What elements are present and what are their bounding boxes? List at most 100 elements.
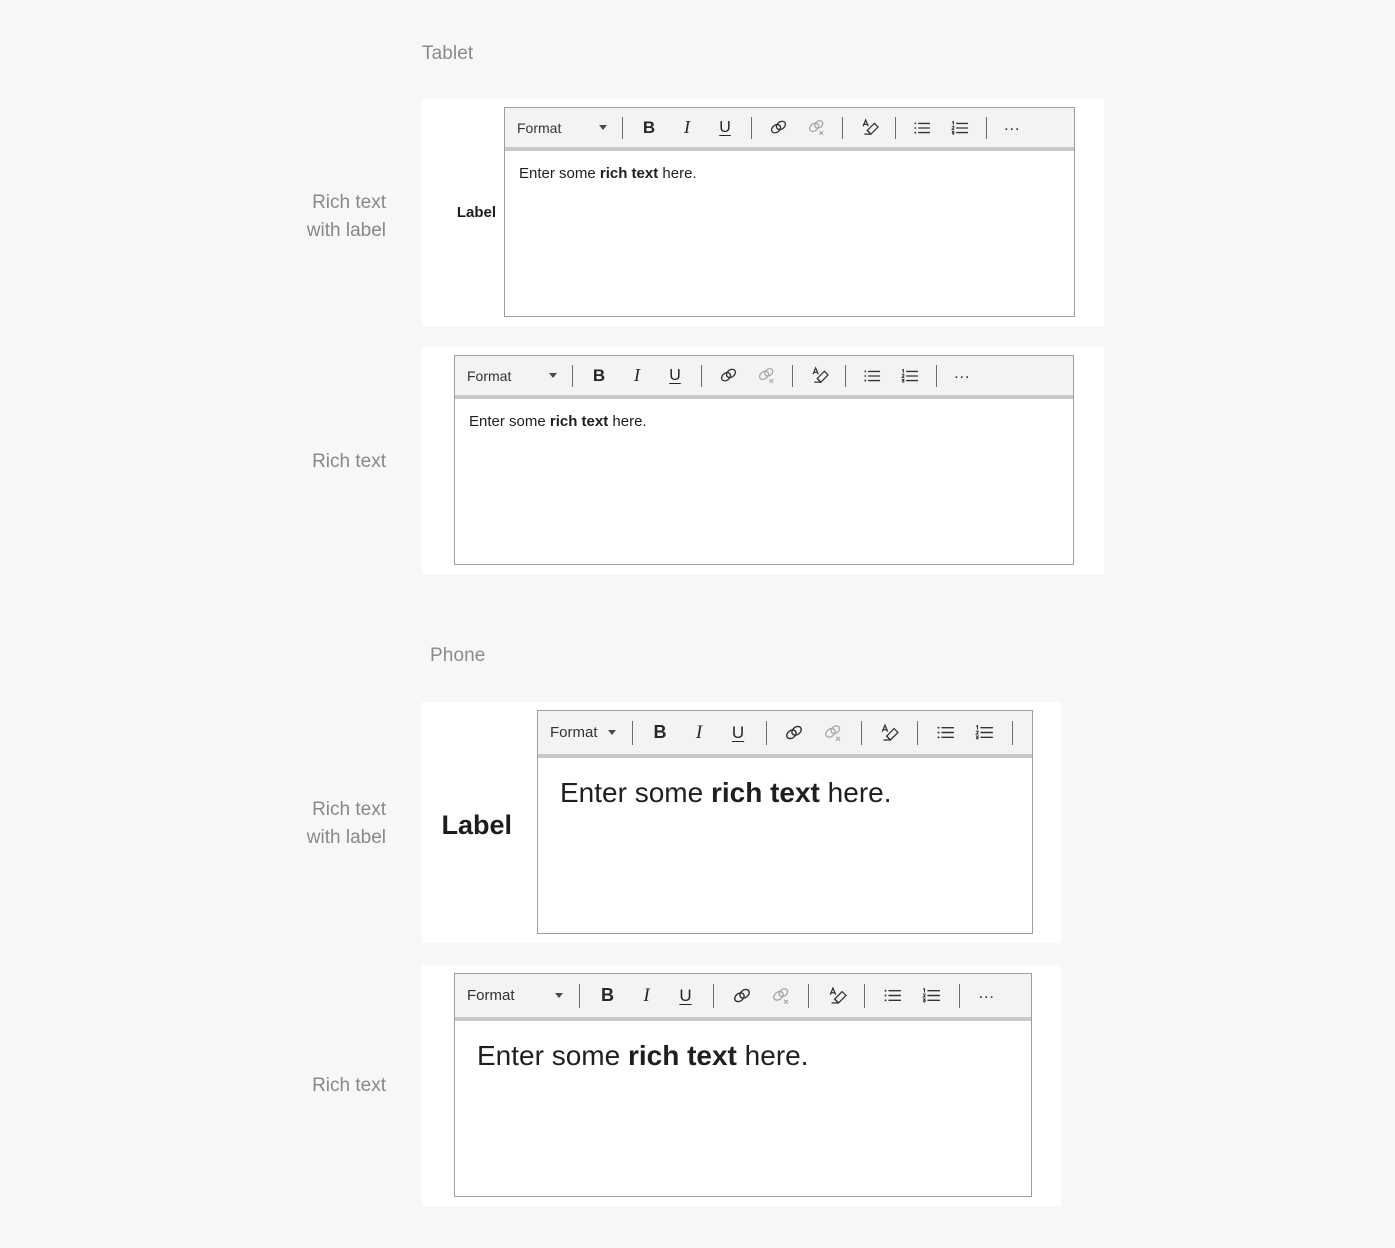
- italic-button[interactable]: I: [668, 113, 706, 143]
- numbered-list-button[interactable]: [912, 980, 951, 1012]
- rich-text-editor[interactable]: Format B I U: [454, 973, 1032, 1197]
- more-options-button[interactable]: …: [994, 113, 1032, 143]
- numbered-list-icon: [900, 366, 920, 386]
- clear-formatting-icon: [826, 985, 848, 1007]
- numbered-list-icon: [921, 985, 942, 1006]
- remove-link-button[interactable]: [747, 361, 785, 391]
- toolbar-separator: [842, 116, 843, 139]
- content-text-bold: rich text: [549, 413, 609, 430]
- chevron-down-icon: [607, 730, 616, 735]
- rich-text-editor[interactable]: Format B I U: [454, 355, 1074, 565]
- clear-formatting-icon: [809, 365, 830, 386]
- editor-toolbar: Format B I U: [538, 711, 1032, 754]
- toolbar-separator: [713, 983, 714, 1008]
- numbered-list-button[interactable]: [891, 361, 929, 391]
- row-label-line-1: Rich text: [312, 192, 386, 213]
- clear-formatting-button[interactable]: [850, 113, 888, 143]
- format-dropdown[interactable]: Format: [461, 368, 565, 384]
- toolbar-separator: [792, 364, 793, 387]
- rich-text-editor[interactable]: Format B I U: [504, 107, 1075, 317]
- unlink-icon: [822, 722, 844, 744]
- insert-link-button[interactable]: [722, 980, 761, 1012]
- format-dropdown[interactable]: Format: [461, 987, 571, 1004]
- toolbar-separator: [936, 364, 937, 387]
- underline-button[interactable]: U: [719, 717, 758, 749]
- format-dropdown-label: Format: [517, 119, 562, 136]
- numbered-list-button[interactable]: [941, 113, 979, 143]
- bold-button[interactable]: B: [630, 113, 668, 143]
- more-options-button[interactable]: …: [1021, 717, 1032, 749]
- toolbar-separator: [860, 720, 862, 745]
- underline-button[interactable]: U: [666, 980, 705, 1012]
- bulleted-list-icon: [882, 985, 903, 1006]
- numbered-list-button[interactable]: [965, 717, 1004, 749]
- section-heading-tablet: Tablet: [422, 43, 474, 64]
- link-icon: [731, 985, 753, 1007]
- more-options-button[interactable]: …: [944, 361, 982, 391]
- content-text-before: Enter some: [560, 777, 711, 808]
- content-text-before: Enter some: [519, 165, 600, 182]
- numbered-list-icon: [950, 118, 970, 138]
- insert-link-button[interactable]: [759, 113, 797, 143]
- clear-formatting-button[interactable]: [870, 717, 909, 749]
- content-text-bold: rich text: [599, 165, 659, 182]
- insert-link-button[interactable]: [775, 717, 814, 749]
- remove-link-button[interactable]: [814, 717, 853, 749]
- example-card-tablet-rich-text: Format B I U … Enter some rich text here…: [422, 347, 1104, 574]
- clear-formatting-icon: [878, 722, 900, 744]
- remove-link-button[interactable]: [797, 113, 835, 143]
- toolbar-separator: [864, 983, 865, 1008]
- bulleted-list-button[interactable]: [873, 980, 912, 1012]
- rich-text-editor[interactable]: Format B I U: [537, 710, 1033, 934]
- toolbar-separator: [916, 720, 918, 745]
- bold-button[interactable]: B: [641, 717, 680, 749]
- numbered-list-icon: [974, 722, 995, 743]
- toolbar-separator: [701, 364, 702, 387]
- bold-button[interactable]: B: [588, 980, 627, 1012]
- bulleted-list-icon: [862, 366, 882, 386]
- row-label-rich-text-tablet: Rich text: [196, 448, 386, 476]
- editor-toolbar: Format B I U: [455, 974, 1031, 1017]
- link-icon: [718, 365, 739, 386]
- field-label: Label: [441, 810, 512, 840]
- content-text-after: here.: [658, 165, 697, 182]
- bold-button[interactable]: B: [580, 361, 618, 391]
- clear-formatting-button[interactable]: [817, 980, 856, 1012]
- content-text-after: here.: [608, 413, 647, 430]
- editor-content-area[interactable]: Enter some rich text here.: [455, 399, 1073, 564]
- underline-button[interactable]: U: [656, 361, 694, 391]
- unlink-icon: [770, 985, 792, 1007]
- editor-content-area[interactable]: Enter some rich text here.: [455, 1021, 1031, 1196]
- bulleted-list-button[interactable]: [853, 361, 891, 391]
- link-icon: [783, 722, 805, 744]
- italic-button[interactable]: I: [680, 717, 719, 749]
- format-dropdown[interactable]: Format: [511, 120, 615, 136]
- clear-formatting-button[interactable]: [800, 361, 838, 391]
- toolbar-separator: [959, 983, 960, 1008]
- unlink-icon: [756, 365, 777, 386]
- bulleted-list-icon: [912, 118, 932, 138]
- toolbar-separator: [808, 983, 809, 1008]
- chevron-down-icon: [555, 993, 563, 998]
- underline-button[interactable]: U: [706, 113, 744, 143]
- italic-button[interactable]: I: [618, 361, 656, 391]
- toolbar-separator: [579, 983, 580, 1008]
- chevron-down-icon: [599, 125, 607, 130]
- toolbar-separator: [572, 364, 573, 387]
- editor-content-area[interactable]: Enter some rich text here.: [505, 151, 1074, 316]
- format-dropdown-label: Format: [467, 987, 515, 1004]
- more-options-button[interactable]: …: [968, 980, 1007, 1012]
- example-card-tablet-rich-text-with-label: Label Format B I U … Enter some rich tex…: [422, 99, 1104, 326]
- editor-content-area[interactable]: Enter some rich text here.: [538, 758, 1032, 933]
- content-text-before: Enter some: [469, 413, 550, 430]
- format-dropdown[interactable]: Format: [544, 724, 624, 741]
- insert-link-button[interactable]: [709, 361, 747, 391]
- bulleted-list-button[interactable]: [903, 113, 941, 143]
- toolbar-separator: [765, 720, 767, 745]
- row-label-line-1: Rich text: [312, 1075, 386, 1096]
- toolbar-separator: [622, 116, 623, 139]
- remove-link-button[interactable]: [761, 980, 800, 1012]
- bulleted-list-button[interactable]: [926, 717, 965, 749]
- example-card-phone-rich-text: Format B I U … Enter some rich text here…: [422, 965, 1061, 1206]
- italic-button[interactable]: I: [627, 980, 666, 1012]
